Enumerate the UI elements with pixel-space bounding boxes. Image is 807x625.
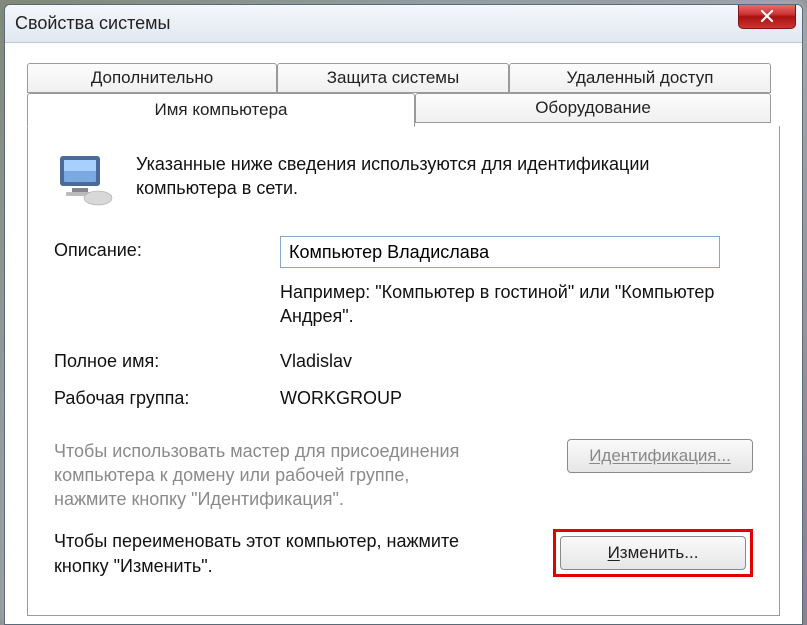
rename-help-text: Чтобы переименовать этот компьютер, нажм… [54,529,474,578]
description-input[interactable] [280,236,720,268]
system-properties-window: Свойства системы Дополнительно Защита си… [4,4,803,625]
tab-computer-name[interactable]: Имя компьютера [27,93,415,127]
close-icon [759,8,775,24]
workgroup-row: Рабочая группа: WORKGROUP [54,384,753,409]
wizard-row: Чтобы использовать мастер для присоедине… [54,439,753,512]
identify-button[interactable]: Идентификация... [567,439,753,473]
change-button[interactable]: Изменить... [560,536,746,570]
fullname-value: Vladislav [280,347,753,372]
tab-remote[interactable]: Удаленный доступ [509,63,771,93]
fullname-label: Полное имя: [54,347,280,372]
computer-icon [54,152,114,208]
window-title: Свойства системы [15,13,170,34]
intro-text: Указанные ниже сведения используются для… [136,152,753,208]
workgroup-value: WORKGROUP [280,384,753,409]
description-label: Описание: [54,236,280,268]
tab-advanced[interactable]: Дополнительно [27,63,277,93]
titlebar: Свойства системы [5,5,802,43]
workgroup-label: Рабочая группа: [54,384,280,409]
close-button[interactable] [738,4,796,29]
tab-protection[interactable]: Защита системы [277,63,509,93]
rename-row: Чтобы переименовать этот компьютер, нажм… [54,529,753,578]
fullname-row: Полное имя: Vladislav [54,347,753,372]
tab-hardware[interactable]: Оборудование [415,93,771,123]
tab-panel-computer-name: Указанные ниже сведения используются для… [27,126,780,616]
description-hint: Например: "Компьютер в гостиной" или "Ко… [280,280,753,329]
tabstrip: Дополнительно Защита системы Удаленный д… [27,63,780,127]
intro-section: Указанные ниже сведения используются для… [54,152,753,208]
bottom-section: Чтобы использовать мастер для присоедине… [54,439,753,578]
change-button-highlight: Изменить... [553,529,753,577]
client-area: Дополнительно Защита системы Удаленный д… [5,43,802,616]
description-row: Описание: [54,236,753,268]
wizard-help-text: Чтобы использовать мастер для присоедине… [54,439,474,512]
